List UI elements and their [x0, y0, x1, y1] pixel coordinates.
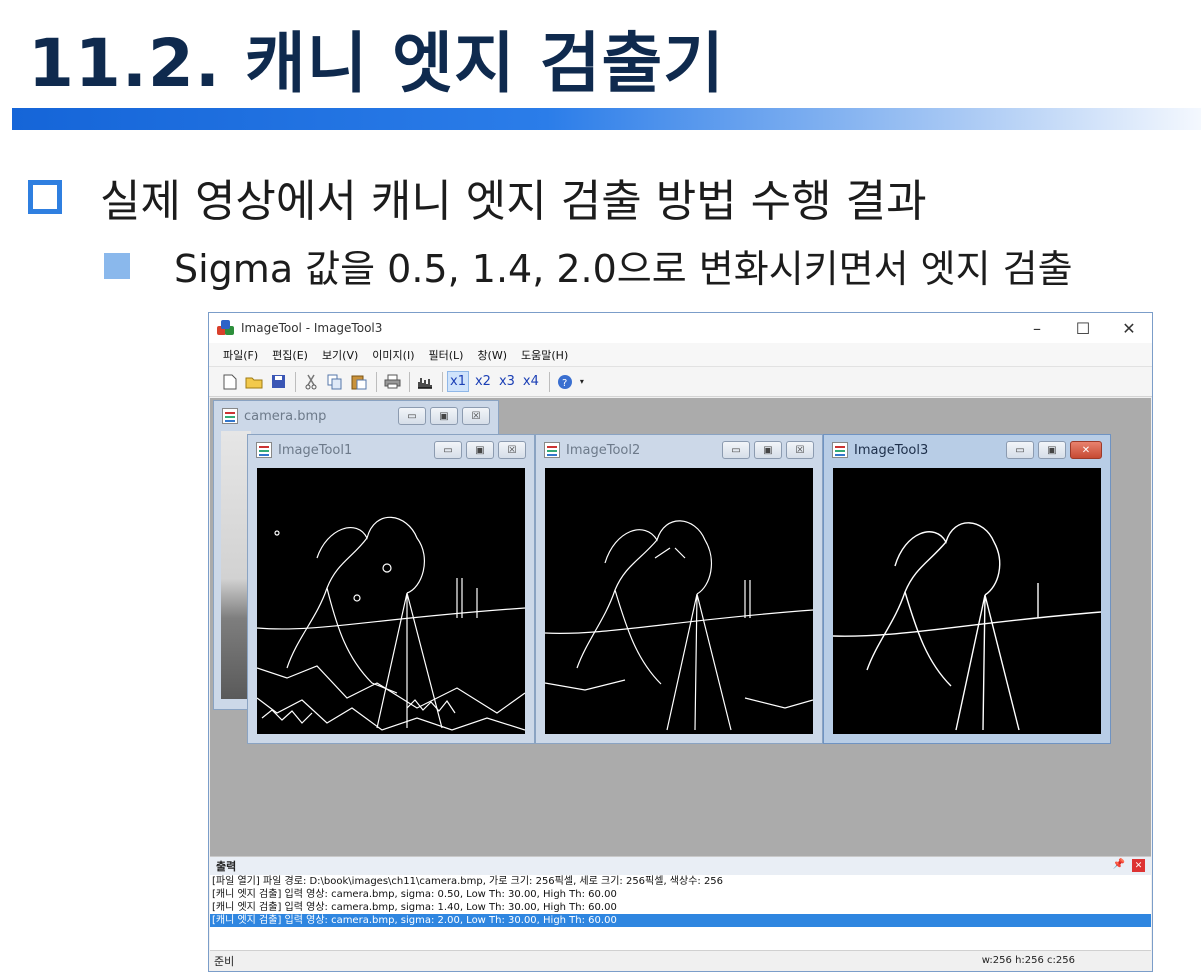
status-image-info: w:256 h:256 c:256 [981, 955, 1075, 966]
child-close-button[interactable]: ☒ [462, 407, 490, 425]
output-line[interactable]: [파일 열기] 파일 경로: D:\book\images\ch11\camer… [210, 875, 1151, 888]
child-restore-button[interactable]: ▣ [466, 441, 494, 459]
menu-filter[interactable]: 필터(L) [428, 347, 463, 363]
title-underline-bar [12, 108, 1201, 130]
print-icon[interactable] [381, 371, 403, 393]
output-line-selected[interactable]: [캐니 엣지 검출] 입력 영상: camera.bmp, sigma: 2.0… [210, 914, 1151, 927]
toolbar-separator [442, 371, 443, 392]
histogram-icon[interactable] [414, 371, 436, 393]
document-icon [544, 442, 560, 458]
status-bar: 준비 w:256 h:256 c:256 [210, 950, 1151, 970]
document-icon [832, 442, 848, 458]
child-minimize-button[interactable]: ▭ [434, 441, 462, 459]
toolbar-separator [409, 371, 410, 392]
window-titlebar[interactable]: ImageTool - ImageTool3 – ☐ ✕ [209, 313, 1152, 343]
close-button[interactable]: ✕ [1106, 313, 1152, 343]
document-icon [256, 442, 272, 458]
toolbar-separator [376, 371, 377, 392]
bullet-sub-text: Sigma 값을 0.5, 1.4, 2.0으로 변화시키면서 엣지 검출 [174, 247, 1073, 291]
mdi-workspace: camera.bmp ▭ ▣ ☒ ImageTool1 ▭ ▣ ☒ ImageT… [210, 398, 1151, 856]
child-title: ImageTool1 [278, 442, 353, 458]
child-close-button[interactable]: ☒ [498, 441, 526, 459]
child-titlebar[interactable]: ImageTool2 ▭ ▣ ☒ [536, 435, 822, 465]
zoom-x3-button[interactable]: x3 [497, 372, 517, 391]
child-window-imagetool1[interactable]: ImageTool1 ▭ ▣ ☒ [247, 434, 535, 744]
imagetool-window: ImageTool - ImageTool3 – ☐ ✕ 파일(F) 편집(E)… [208, 312, 1153, 972]
slide-title: 11.2. 캐니 엣지 검출기 [28, 25, 725, 102]
menu-file[interactable]: 파일(F) [223, 347, 258, 363]
output-header: 출력 📌 ✕ [210, 857, 1151, 875]
child-title: camera.bmp [244, 408, 327, 424]
zoom-x4-button[interactable]: x4 [521, 372, 541, 391]
menu-window[interactable]: 창(W) [477, 347, 507, 363]
help-dropdown-icon[interactable]: ▾ [578, 371, 586, 393]
child-window-imagetool2[interactable]: ImageTool2 ▭ ▣ ☒ [535, 434, 823, 744]
edge-image-sigma-1.4 [544, 468, 814, 734]
child-titlebar[interactable]: ImageTool3 ▭ ▣ ✕ [824, 435, 1110, 465]
child-minimize-button[interactable]: ▭ [722, 441, 750, 459]
child-window-imagetool3[interactable]: ImageTool3 ▭ ▣ ✕ [823, 434, 1111, 744]
document-icon [222, 408, 238, 424]
child-restore-button[interactable]: ▣ [1038, 441, 1066, 459]
minimize-button[interactable]: – [1014, 313, 1060, 343]
bullet-main: 실제 영상에서 캐니 엣지 검출 방법 수행 결과 [28, 165, 927, 229]
paste-icon[interactable] [348, 371, 370, 393]
menu-image[interactable]: 이미지(I) [372, 347, 414, 363]
menu-edit[interactable]: 편집(E) [272, 347, 308, 363]
bullet-sub: Sigma 값을 0.5, 1.4, 2.0으로 변화시키면서 엣지 검출 [104, 238, 1073, 293]
child-title: ImageTool2 [566, 442, 641, 458]
menu-view[interactable]: 보기(V) [322, 347, 358, 363]
child-restore-button[interactable]: ▣ [754, 441, 782, 459]
child-minimize-button[interactable]: ▭ [1006, 441, 1034, 459]
child-title: ImageTool3 [854, 442, 929, 458]
output-title: 출력 [216, 860, 237, 873]
copy-icon[interactable] [324, 371, 346, 393]
edge-image-sigma-0.5 [256, 468, 526, 734]
child-close-button[interactable]: ✕ [1070, 441, 1102, 459]
hollow-square-bullet-icon [28, 180, 62, 214]
pin-icon[interactable]: 📌 [1113, 859, 1125, 870]
output-close-icon[interactable]: ✕ [1132, 859, 1145, 872]
open-icon[interactable] [243, 371, 265, 393]
maximize-button[interactable]: ☐ [1060, 313, 1106, 343]
child-restore-button[interactable]: ▣ [430, 407, 458, 425]
app-icon [217, 320, 235, 336]
svg-text:?: ? [562, 378, 567, 389]
toolbar: x1 x2 x3 x4 ? ▾ [209, 367, 1152, 397]
menu-bar: 파일(F) 편집(E) 보기(V) 이미지(I) 필터(L) 창(W) 도움말(… [209, 343, 1152, 367]
menu-help[interactable]: 도움말(H) [521, 347, 568, 363]
child-titlebar[interactable]: ImageTool1 ▭ ▣ ☒ [248, 435, 534, 465]
toolbar-separator [548, 371, 550, 392]
window-title: ImageTool - ImageTool3 [241, 321, 383, 335]
new-icon[interactable] [219, 371, 241, 393]
child-close-button[interactable]: ☒ [786, 441, 814, 459]
zoom-x1-button[interactable]: x1 [447, 371, 469, 392]
toolbar-separator [295, 371, 296, 392]
bullet-main-text: 실제 영상에서 캐니 엣지 검출 방법 수행 결과 [100, 176, 927, 227]
output-line[interactable]: [캐니 엣지 검출] 입력 영상: camera.bmp, sigma: 1.4… [210, 901, 1151, 914]
cut-icon[interactable] [300, 371, 322, 393]
status-text: 준비 [214, 954, 235, 968]
zoom-x2-button[interactable]: x2 [473, 372, 493, 391]
save-icon[interactable] [267, 371, 289, 393]
filled-square-bullet-icon [104, 252, 130, 279]
child-titlebar[interactable]: camera.bmp ▭ ▣ ☒ [214, 401, 498, 431]
output-line[interactable]: [캐니 엣지 검출] 입력 영상: camera.bmp, sigma: 0.5… [210, 888, 1151, 901]
output-panel: 출력 📌 ✕ [파일 열기] 파일 경로: D:\book\images\ch1… [210, 856, 1151, 950]
help-icon[interactable]: ? [554, 371, 576, 393]
child-minimize-button[interactable]: ▭ [398, 407, 426, 425]
edge-image-sigma-2.0 [832, 468, 1102, 734]
